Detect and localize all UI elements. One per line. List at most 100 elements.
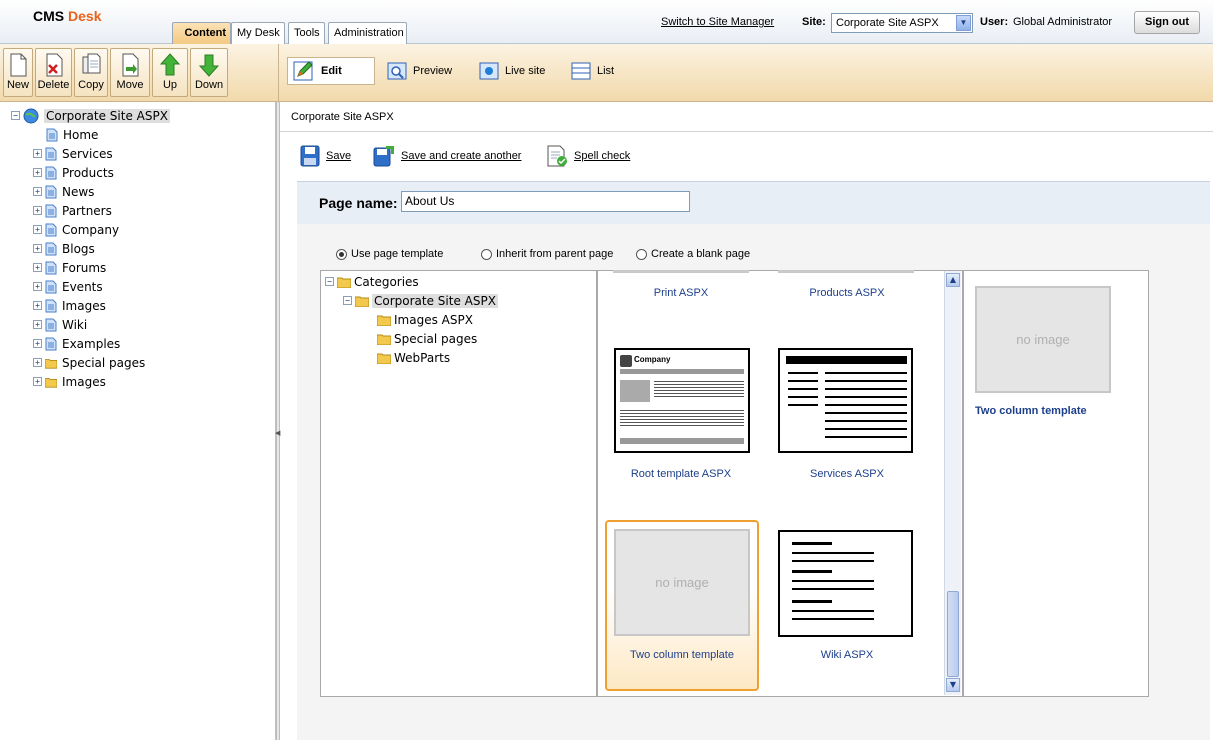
save-create-another-action[interactable]: Save and create another — [373, 144, 521, 168]
new-button[interactable]: New — [3, 48, 33, 97]
live-site-view-button[interactable]: Live site — [479, 57, 545, 85]
edit-view-button[interactable]: Edit — [287, 57, 375, 85]
live-site-icon — [479, 62, 499, 80]
pane-splitter[interactable]: ◀ — [275, 102, 280, 740]
tree-item[interactable]: + Products — [33, 163, 114, 182]
expand-icon[interactable]: + — [33, 225, 42, 234]
expand-icon[interactable]: + — [33, 339, 42, 348]
template-root-thumbnail[interactable]: Company — [614, 348, 750, 453]
radio-blank-page[interactable]: Create a blank page — [636, 248, 750, 260]
tab-tools[interactable]: Tools — [288, 22, 325, 44]
tree-item[interactable]: + Forums — [33, 258, 106, 277]
collapse-icon[interactable]: − — [11, 111, 20, 120]
category-item-label: Special pages — [394, 331, 478, 346]
tree-item[interactable]: + Wiki — [33, 315, 87, 334]
radio-use-template[interactable]: Use page template — [336, 248, 443, 260]
thumbnail-edge — [778, 270, 914, 273]
down-button[interactable]: Down — [190, 48, 228, 97]
move-button[interactable]: Move — [110, 48, 150, 97]
category-site[interactable]: − Corporate Site ASPX — [343, 291, 498, 310]
template-print-label[interactable]: Print ASPX — [606, 287, 756, 299]
arrow-down-icon — [199, 54, 219, 77]
tab-content[interactable]: Content — [172, 22, 231, 44]
thumb-line — [788, 372, 818, 374]
page-name-input[interactable]: About Us — [401, 191, 690, 212]
page-icon — [45, 166, 57, 179]
thumbnails-scrollbar[interactable]: ▲ ▼ — [944, 271, 961, 695]
expand-icon[interactable]: + — [33, 244, 42, 253]
chevron-down-icon[interactable]: ▼ — [956, 15, 971, 31]
copy-button[interactable]: Copy — [74, 48, 108, 97]
tree-item[interactable]: Home — [33, 125, 98, 144]
thumb-line — [825, 436, 907, 438]
expand-icon[interactable]: + — [33, 282, 42, 291]
expand-icon[interactable]: + — [33, 206, 42, 215]
scrollbar-thumb[interactable] — [947, 591, 959, 677]
template-products-label[interactable]: Products ASPX — [772, 287, 922, 299]
spell-check-action[interactable]: Spell check — [546, 144, 630, 168]
tab-administration[interactable]: Administration — [328, 22, 407, 44]
tree-item[interactable]: + Images — [33, 372, 106, 391]
expand-icon[interactable]: + — [33, 377, 42, 386]
page-name-label: Page name: — [319, 195, 398, 211]
radio-icon[interactable] — [481, 248, 492, 260]
save-link[interactable]: Save — [326, 150, 351, 162]
tree-item[interactable]: + News — [33, 182, 94, 201]
tree-item[interactable]: + Events — [33, 277, 103, 296]
tree-item[interactable]: + Examples — [33, 334, 120, 353]
top-header: CMS Desk Content My Desk Tools Administr… — [0, 0, 1213, 44]
template-two-column-noimage[interactable]: no image — [614, 529, 750, 636]
radio-inherit-parent[interactable]: Inherit from parent page — [481, 248, 613, 260]
expand-icon[interactable]: + — [33, 358, 42, 367]
tree-root[interactable]: − Corporate Site ASPX — [11, 106, 170, 125]
page-icon — [45, 299, 57, 312]
radio-icon[interactable] — [636, 248, 647, 260]
move-document-icon — [122, 53, 139, 77]
category-item[interactable]: Images ASPX — [377, 310, 473, 329]
template-root-label[interactable]: Root template ASPX — [606, 468, 756, 480]
tree-item[interactable]: + Special pages — [33, 353, 145, 372]
category-item[interactable]: Special pages — [377, 329, 477, 348]
template-services-label[interactable]: Services ASPX — [772, 468, 922, 480]
delete-button[interactable]: Delete — [35, 48, 72, 97]
expand-icon[interactable]: + — [33, 187, 42, 196]
thumb-line — [792, 588, 874, 590]
page-icon — [45, 318, 57, 331]
expand-icon[interactable]: + — [33, 149, 42, 158]
scroll-up-icon[interactable]: ▲ — [946, 273, 960, 287]
page-icon — [45, 337, 57, 350]
template-services-thumbnail[interactable] — [778, 348, 913, 453]
expand-icon[interactable]: + — [33, 320, 42, 329]
template-two-column-label[interactable]: Two column template — [607, 649, 757, 661]
expand-icon[interactable]: + — [33, 168, 42, 177]
expand-icon[interactable]: + — [33, 301, 42, 310]
tab-my-desk[interactable]: My Desk — [231, 22, 285, 44]
list-view-button[interactable]: List — [571, 57, 614, 85]
template-wiki-thumbnail[interactable] — [778, 530, 913, 637]
save-create-another-link[interactable]: Save and create another — [401, 150, 521, 162]
collapse-icon[interactable]: − — [325, 277, 334, 286]
list-icon — [571, 62, 591, 80]
scroll-down-icon[interactable]: ▼ — [946, 678, 960, 692]
tree-item[interactable]: + Partners — [33, 201, 112, 220]
category-item[interactable]: WebParts — [377, 348, 450, 367]
category-root[interactable]: − Categories — [325, 272, 419, 291]
preview-view-button[interactable]: Preview — [387, 57, 452, 85]
tree-item[interactable]: + Company — [33, 220, 119, 239]
collapse-pane-icon[interactable]: ◀ — [275, 429, 280, 437]
template-wiki-label[interactable]: Wiki ASPX — [772, 649, 922, 661]
thumb-footer — [620, 438, 744, 444]
collapse-icon[interactable]: − — [343, 296, 352, 305]
tree-item-label: Images — [62, 374, 106, 389]
switch-site-manager-link[interactable]: Switch to Site Manager — [661, 16, 774, 28]
radio-selected-icon[interactable] — [336, 248, 347, 260]
save-action[interactable]: Save — [300, 144, 351, 168]
tree-item[interactable]: + Images — [33, 296, 106, 315]
tree-item[interactable]: + Blogs — [33, 239, 95, 258]
spell-check-link[interactable]: Spell check — [574, 150, 630, 162]
up-button[interactable]: Up — [152, 48, 188, 97]
sign-out-button[interactable]: Sign out — [1134, 11, 1200, 34]
tree-item[interactable]: + Services — [33, 144, 113, 163]
expand-icon[interactable]: + — [33, 263, 42, 272]
site-select[interactable]: Corporate Site ASPX ▼ — [831, 13, 973, 33]
